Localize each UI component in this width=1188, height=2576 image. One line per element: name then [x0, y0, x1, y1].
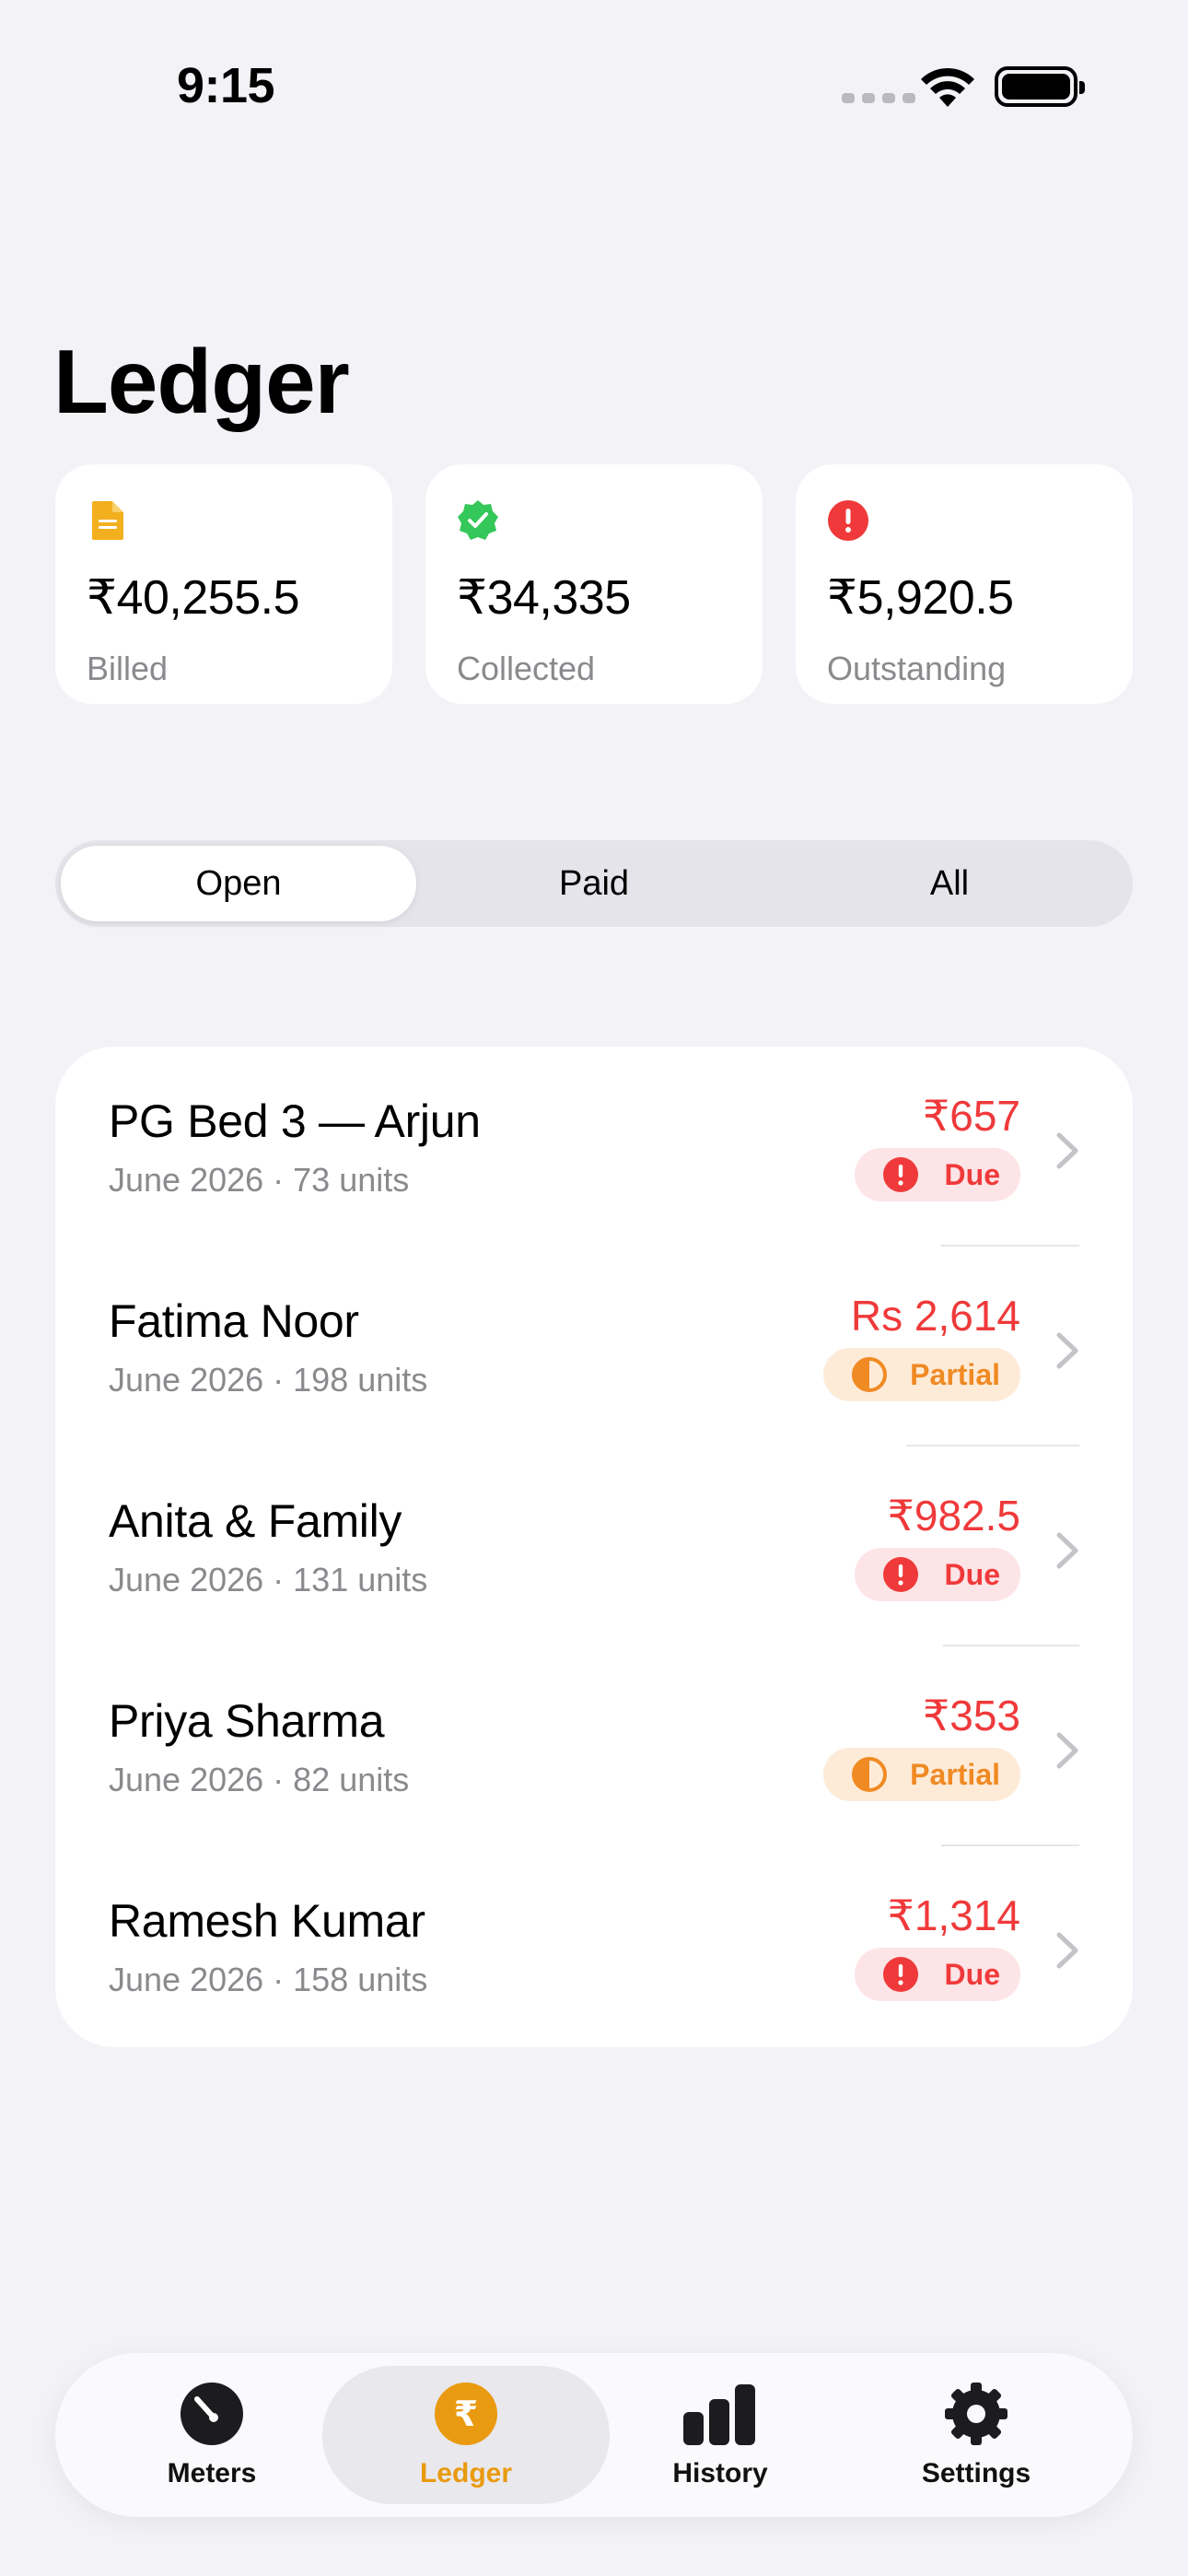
filter-segmented-control[interactable]: Open Paid All — [55, 840, 1133, 927]
stat-value: ₹40,255.5 — [87, 571, 300, 625]
bar-chart-icon — [683, 2384, 755, 2445]
exclamation-circle-icon — [828, 500, 868, 541]
tab-label: History — [672, 2458, 768, 2488]
rupee-circle-icon: ₹ — [435, 2383, 497, 2445]
tab-label: Ledger — [419, 2458, 513, 2488]
stat-label: Outstanding — [827, 650, 1007, 687]
battery-icon — [995, 66, 1085, 107]
bill-amount: ₹657 — [922, 1092, 1020, 1140]
bill-name: PG Bed 3 — Arjun — [109, 1095, 481, 1147]
status-badge: Partial — [823, 1348, 1020, 1401]
bill-name: Fatima Noor — [109, 1295, 359, 1347]
tab-ledger[interactable]: ₹ Ledger — [322, 2366, 610, 2504]
bill-amount: ₹1,314 — [887, 1891, 1020, 1939]
tab-meters[interactable]: Meters — [68, 2366, 355, 2504]
exclamation-circle-icon — [883, 1957, 918, 1992]
bill-subtitle: June 2026 · 198 units — [109, 1361, 428, 1399]
bill-subtitle: June 2026 · 82 units — [109, 1761, 410, 1798]
stat-card-collected: ₹34,335 Collected — [425, 464, 763, 704]
bill-row[interactable]: Ramesh Kumar June 2026 · 158 units ₹1,31… — [55, 1846, 1133, 2046]
checkmark-seal-icon — [458, 500, 498, 540]
half-circle-icon — [852, 1757, 888, 1792]
bill-row[interactable]: Priya Sharma June 2026 · 82 units ₹353 P… — [55, 1646, 1133, 1846]
bill-row[interactable]: Anita & Family June 2026 · 131 units ₹98… — [55, 1446, 1133, 1646]
half-circle-icon — [852, 1357, 888, 1392]
chevron-right-icon — [1056, 1332, 1078, 1369]
tab-history[interactable]: History — [577, 2366, 864, 2504]
status-label: Partial — [910, 1757, 1000, 1791]
stat-label: Collected — [457, 650, 596, 687]
page-title: Ledger — [53, 331, 350, 432]
status-bar: 9:15 — [0, 0, 1188, 175]
bills-list: PG Bed 3 — Arjun June 2026 · 73 units ₹6… — [55, 1047, 1133, 2047]
status-label: Due — [944, 1157, 1000, 1191]
status-badge: Due — [855, 1948, 1020, 2001]
status-badge: Due — [855, 1548, 1020, 1601]
stat-label: Billed — [87, 650, 169, 687]
status-badge: Due — [855, 1148, 1020, 1201]
segment-open[interactable]: Open — [61, 846, 416, 921]
stat-value: ₹34,335 — [457, 571, 631, 625]
gear-icon — [945, 2383, 1007, 2445]
exclamation-circle-icon — [883, 1557, 918, 1592]
chevron-right-icon — [1056, 1732, 1078, 1769]
bill-name: Priya Sharma — [109, 1695, 385, 1747]
bill-name: Ramesh Kumar — [109, 1895, 425, 1947]
bill-row[interactable]: PG Bed 3 — Arjun June 2026 · 73 units ₹6… — [55, 1047, 1133, 1247]
bill-subtitle: June 2026 · 73 units — [109, 1161, 410, 1199]
status-label: Due — [944, 1957, 1000, 1991]
bill-amount: ₹353 — [922, 1692, 1020, 1739]
bill-amount: Rs 2,614 — [850, 1292, 1020, 1340]
chevron-right-icon — [1056, 1932, 1078, 1969]
tab-settings[interactable]: Settings — [833, 2366, 1120, 2504]
summary-stats: ₹40,255.5 Billed ₹34,335 Collected ₹5,92… — [55, 464, 1133, 704]
wifi-icon — [921, 67, 974, 107]
gauge-icon — [181, 2383, 243, 2445]
bill-row[interactable]: Fatima Noor June 2026 · 198 units Rs 2,6… — [55, 1247, 1133, 1446]
status-label: Due — [944, 1557, 1000, 1591]
bill-amount: ₹982.5 — [887, 1492, 1020, 1540]
svg-text:₹: ₹ — [454, 2394, 478, 2434]
cellular-signal-icon — [842, 93, 915, 106]
bill-name: Anita & Family — [109, 1495, 402, 1547]
bill-subtitle: June 2026 · 131 units — [109, 1561, 428, 1598]
stat-value: ₹5,920.5 — [827, 571, 1014, 625]
status-label: Partial — [910, 1357, 1000, 1391]
segment-all[interactable]: All — [772, 846, 1127, 921]
status-time: 9:15 — [177, 58, 275, 113]
tab-bar: Meters ₹ Ledger History Settings — [55, 2353, 1133, 2517]
exclamation-circle-icon — [883, 1157, 918, 1192]
chevron-right-icon — [1056, 1132, 1078, 1169]
stat-card-outstanding: ₹5,920.5 Outstanding — [796, 464, 1133, 704]
bill-subtitle: June 2026 · 158 units — [109, 1961, 428, 1998]
tab-label: Settings — [921, 2458, 1031, 2488]
document-icon — [92, 501, 123, 540]
chevron-right-icon — [1056, 1532, 1078, 1569]
status-badge: Partial — [823, 1748, 1020, 1801]
tab-label: Meters — [167, 2458, 257, 2488]
segment-paid[interactable]: Paid — [416, 846, 772, 921]
stat-card-billed: ₹40,255.5 Billed — [55, 464, 392, 704]
